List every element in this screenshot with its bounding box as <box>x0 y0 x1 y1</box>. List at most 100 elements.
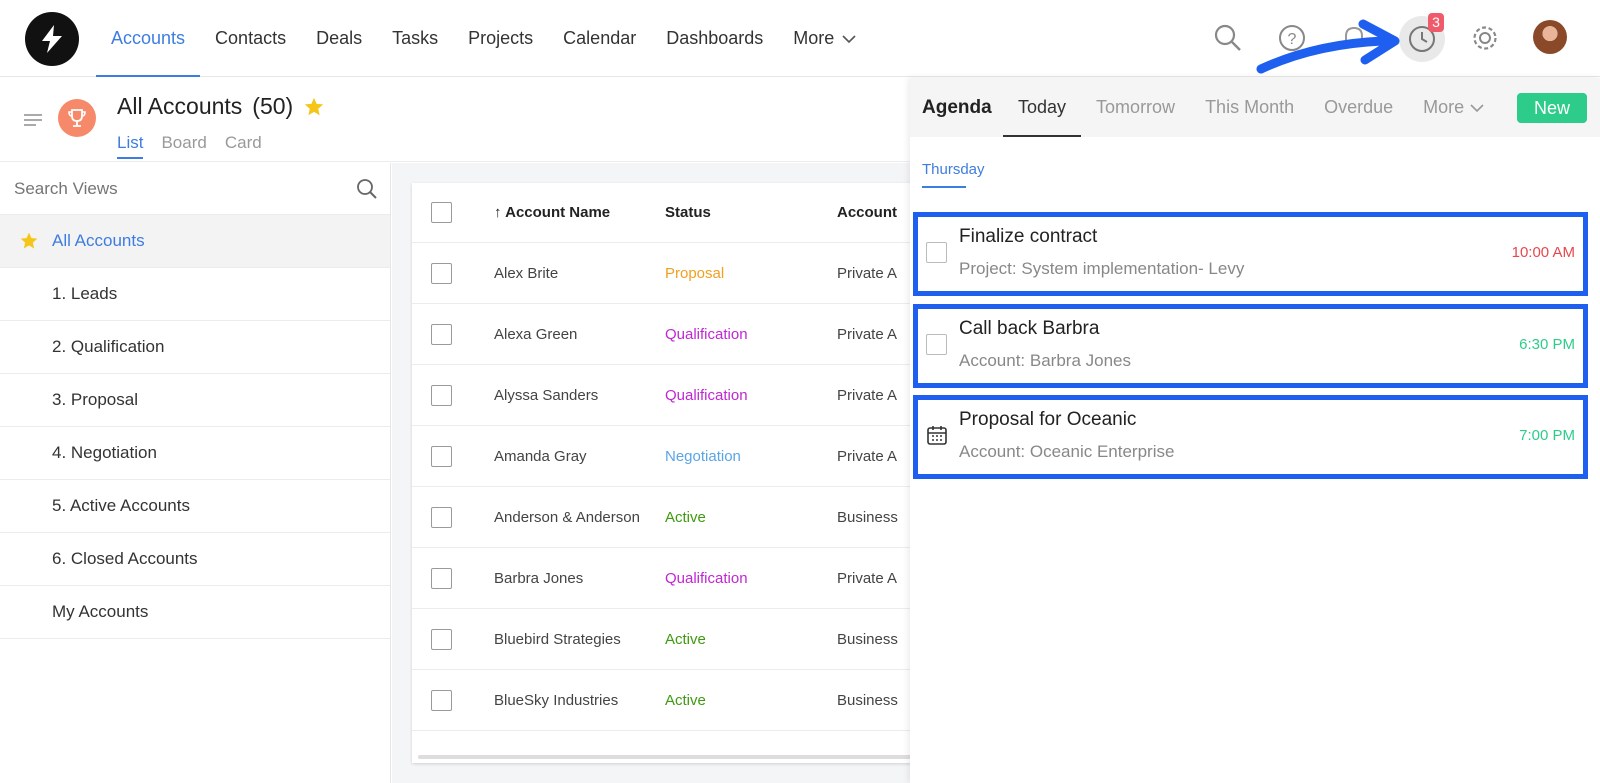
agenda-title: Agenda <box>922 96 992 118</box>
row-checkbox[interactable] <box>431 567 452 589</box>
task-checkbox[interactable] <box>926 334 947 355</box>
nav-contacts[interactable]: Contacts <box>200 0 301 77</box>
account-name-cell[interactable]: BlueSky Industries <box>494 692 644 709</box>
row-checkbox[interactable] <box>431 628 452 650</box>
nav-dashboards[interactable]: Dashboards <box>651 0 778 77</box>
chevron-down-icon <box>1470 103 1484 112</box>
tab-board[interactable]: Board <box>161 133 206 159</box>
account-type-cell: Private A <box>837 569 898 587</box>
account-name-cell[interactable]: Barbra Jones <box>494 570 644 587</box>
status-cell: Qualification <box>665 386 748 404</box>
tab-card[interactable]: Card <box>225 133 262 159</box>
tab-overdue[interactable]: Overdue <box>1309 78 1408 137</box>
agenda-item[interactable]: Call back Barbra Account: Barbra Jones 6:3… <box>913 304 1588 388</box>
sidebar-item-leads[interactable]: 1. Leads <box>0 268 390 321</box>
select-all-checkbox[interactable] <box>431 202 452 223</box>
column-header-label: Account Name <box>505 204 611 221</box>
status-cell: Qualification <box>665 569 748 587</box>
view-tabs: List Board Card <box>117 133 262 159</box>
top-navigation-bar: Accounts Contacts Deals Tasks Projects C… <box>0 0 1600 77</box>
star-icon <box>20 232 38 249</box>
tab-this-month[interactable]: This Month <box>1190 78 1309 137</box>
search-icon[interactable] <box>1208 18 1248 58</box>
nav-deals[interactable]: Deals <box>301 0 377 77</box>
agenda-item-related[interactable]: Account: Oceanic Enterprise <box>959 442 1174 462</box>
table-row[interactable]: Alexa Green Qualification Private A <box>412 304 922 365</box>
agenda-more-menu[interactable]: More <box>1408 78 1499 137</box>
status-cell: Active <box>665 630 706 648</box>
row-checkbox[interactable] <box>431 689 452 711</box>
bolt-logo-icon <box>42 25 62 53</box>
row-checkbox[interactable] <box>431 262 452 284</box>
day-label[interactable]: Thursday <box>922 161 985 188</box>
sidebar-item-label: All Accounts <box>52 231 145 250</box>
search-views-input[interactable] <box>14 178 314 199</box>
table-row[interactable]: Amanda Gray Negotiation Private A <box>412 426 922 487</box>
sidebar-item-my-accounts[interactable]: My Accounts <box>0 586 390 639</box>
column-header-account-type[interactable]: Account <box>837 204 897 221</box>
column-header-status[interactable]: Status <box>665 204 711 221</box>
sidebar-item-closed-accounts[interactable]: 6. Closed Accounts <box>0 533 390 586</box>
nav-more[interactable]: More <box>778 0 871 77</box>
agenda-item[interactable]: Finalize contract Project: System impleme… <box>913 212 1588 296</box>
gear-icon[interactable] <box>1465 18 1505 58</box>
row-checkbox[interactable] <box>431 506 452 528</box>
agenda-more-label: More <box>1423 97 1465 117</box>
new-button[interactable]: New <box>1517 93 1587 123</box>
account-name-cell[interactable]: Bluebird Strategies <box>494 631 644 648</box>
account-name-cell[interactable]: Alex Brite <box>494 265 644 282</box>
table-row[interactable]: Alyssa Sanders Qualification Private A <box>412 365 922 426</box>
nav-projects[interactable]: Projects <box>453 0 548 77</box>
agenda-item-time: 7:00 PM <box>1519 427 1575 444</box>
account-name-cell[interactable]: Alexa Green <box>494 326 644 343</box>
nav-calendar[interactable]: Calendar <box>548 0 651 77</box>
sidebar-item-all-accounts[interactable]: All Accounts <box>0 215 390 268</box>
page-title: All Accounts (50) <box>117 93 325 120</box>
tab-today[interactable]: Today <box>1003 78 1082 137</box>
agenda-item-title[interactable]: Proposal for Oceanic <box>959 409 1136 431</box>
status-cell: Negotiation <box>665 447 741 465</box>
table-row[interactable]: Anderson & Anderson Active Business <box>412 487 922 548</box>
nav-tasks[interactable]: Tasks <box>377 0 453 77</box>
agenda-item-title[interactable]: Call back Barbra <box>959 318 1099 340</box>
account-type-cell: Private A <box>837 325 898 343</box>
account-name-cell[interactable]: Amanda Gray <box>494 448 644 465</box>
nav-accounts[interactable]: Accounts <box>96 0 201 77</box>
table-row[interactable]: Alex Brite Proposal Private A <box>412 243 922 304</box>
horizontal-scrollbar[interactable] <box>418 755 918 759</box>
account-type-cell: Business <box>837 691 898 709</box>
agenda-item[interactable]: Proposal for Oceanic Account: Oceanic Ent… <box>913 395 1588 479</box>
sidebar-item-active-accounts[interactable]: 5. Active Accounts <box>0 480 390 533</box>
sidebar-item-qualification[interactable]: 2. Qualification <box>0 321 390 374</box>
account-name-cell[interactable]: Anderson & Anderson <box>494 509 644 526</box>
page-title-text: All Accounts <box>117 93 243 119</box>
search-icon[interactable] <box>356 178 378 200</box>
account-name-cell[interactable]: Alyssa Sanders <box>494 387 644 404</box>
agenda-item-title[interactable]: Finalize contract <box>959 226 1097 248</box>
sidebar-item-proposal[interactable]: 3. Proposal <box>0 374 390 427</box>
agenda-item-time: 6:30 PM <box>1519 336 1575 353</box>
column-header-account-name[interactable]: ↑ Account Name <box>494 204 644 221</box>
agenda-item-related[interactable]: Project: System implementation- Levy <box>959 259 1244 279</box>
favorite-star-icon[interactable] <box>303 96 325 118</box>
tab-list[interactable]: List <box>117 133 144 159</box>
hamburger-menu-icon[interactable] <box>24 113 42 127</box>
views-sidebar: All Accounts 1. Leads 2. Qualification 3… <box>0 163 391 783</box>
row-checkbox[interactable] <box>431 323 452 345</box>
table-row[interactable]: Bluebird Strategies Active Business <box>412 609 922 670</box>
row-checkbox[interactable] <box>431 384 452 406</box>
notification-badge: 3 <box>1428 13 1444 32</box>
main-nav: Accounts Contacts Deals Tasks Projects C… <box>96 0 871 77</box>
table-row[interactable]: BlueSky Industries Active Business <box>412 670 922 731</box>
status-cell: Active <box>665 508 706 526</box>
user-avatar[interactable] <box>1533 20 1567 54</box>
accounts-table: ↑ Account Name Status Account Alex Brite… <box>412 183 922 763</box>
table-row[interactable]: Barbra Jones Qualification Private A <box>412 548 922 609</box>
task-checkbox[interactable] <box>926 242 947 263</box>
tab-tomorrow[interactable]: Tomorrow <box>1081 78 1190 137</box>
agenda-item-related[interactable]: Account: Barbra Jones <box>959 351 1131 371</box>
app-logo[interactable] <box>25 12 79 66</box>
sidebar-item-negotiation[interactable]: 4. Negotiation <box>0 427 390 480</box>
row-checkbox[interactable] <box>431 445 452 467</box>
search-views <box>0 163 390 215</box>
